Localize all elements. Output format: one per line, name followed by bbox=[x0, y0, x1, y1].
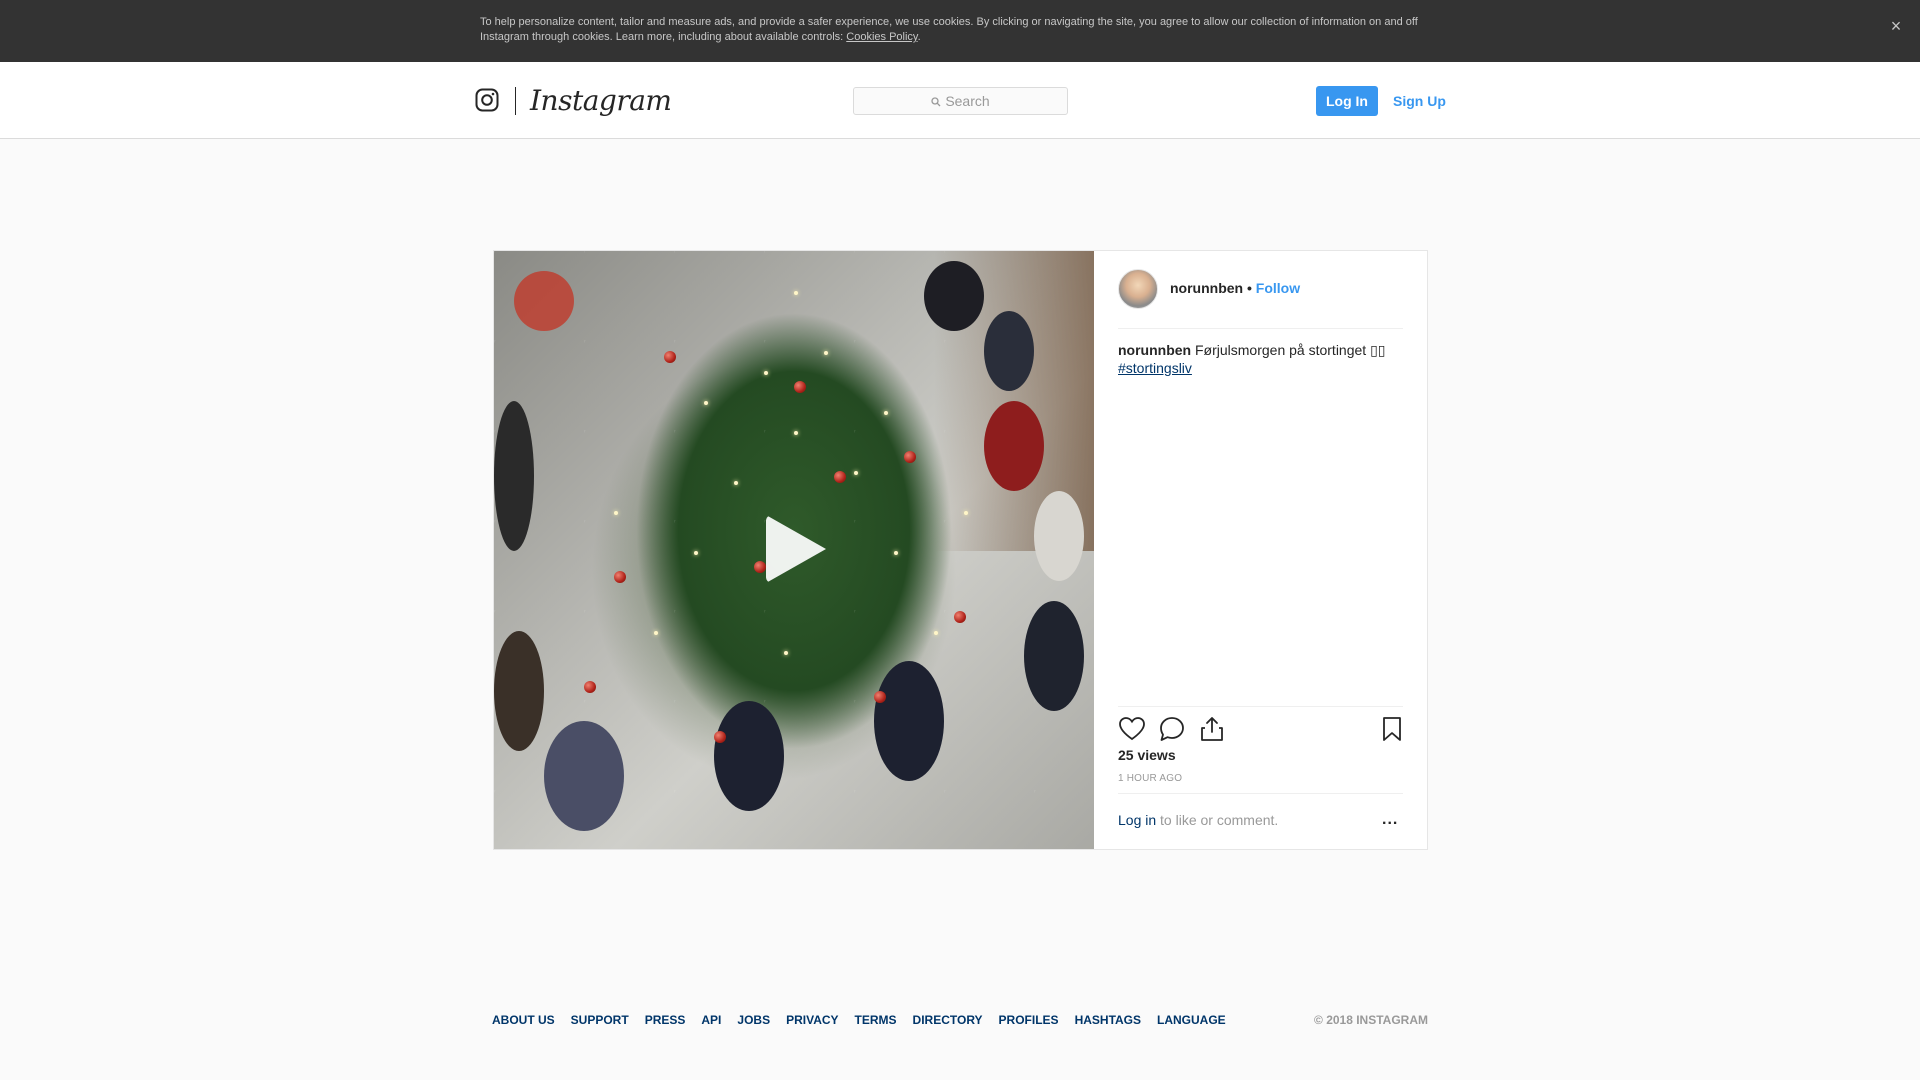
ornament bbox=[874, 691, 886, 703]
person-shape bbox=[494, 631, 544, 751]
light bbox=[884, 411, 888, 415]
light bbox=[614, 511, 618, 515]
post-header-user: norunnben • Follow bbox=[1170, 280, 1300, 296]
logo-divider bbox=[515, 87, 516, 115]
signup-button[interactable]: Sign Up bbox=[1393, 86, 1446, 116]
follow-button[interactable]: Follow bbox=[1256, 280, 1300, 296]
post-card: norunnben • Follow norunnben Førjulsmorg… bbox=[493, 250, 1428, 850]
person-shape bbox=[874, 661, 944, 781]
footer-link-profiles[interactable]: PROFILES bbox=[999, 1013, 1059, 1027]
cookie-message: To help personalize content, tailor and … bbox=[480, 16, 1418, 43]
comment-icon[interactable] bbox=[1158, 715, 1186, 743]
light bbox=[794, 291, 798, 295]
ornament bbox=[904, 451, 916, 463]
person-shape bbox=[514, 271, 574, 331]
search-input[interactable]: Search bbox=[853, 87, 1068, 115]
ornament bbox=[834, 471, 846, 483]
footer-link-jobs[interactable]: JOBS bbox=[737, 1013, 770, 1027]
footer-nav: ABOUT US SUPPORT PRESS API JOBS PRIVACY … bbox=[492, 1013, 1226, 1027]
instagram-logo[interactable]: Instagram bbox=[530, 84, 672, 117]
post-video[interactable] bbox=[494, 251, 1094, 849]
ornament bbox=[614, 571, 626, 583]
person-shape bbox=[1034, 491, 1084, 581]
post-actions bbox=[1118, 706, 1403, 746]
ornament bbox=[584, 681, 596, 693]
copyright: © 2018 INSTAGRAM bbox=[1314, 1013, 1428, 1027]
footer-link-api[interactable]: API bbox=[701, 1013, 721, 1027]
light bbox=[854, 471, 858, 475]
light bbox=[784, 651, 788, 655]
top-nav: Instagram Search Log In Sign Up bbox=[0, 62, 1920, 139]
separator-dot: • bbox=[1247, 280, 1252, 296]
light bbox=[764, 371, 768, 375]
search-icon bbox=[931, 97, 941, 107]
light bbox=[734, 481, 738, 485]
light bbox=[694, 551, 698, 555]
login-suffix: to like or comment. bbox=[1156, 812, 1279, 828]
post-sidebar: norunnben • Follow norunnben Førjulsmorg… bbox=[1094, 251, 1427, 849]
view-count: 25 views bbox=[1118, 747, 1176, 763]
comment-prompt: Log in to like or comment. ... bbox=[1118, 793, 1403, 849]
footer-link-directory[interactable]: DIRECTORY bbox=[913, 1013, 983, 1027]
login-prompt: Log in to like or comment. bbox=[1118, 812, 1278, 828]
light bbox=[964, 511, 968, 515]
username-link[interactable]: norunnben bbox=[1170, 280, 1243, 296]
footer: ABOUT US SUPPORT PRESS API JOBS PRIVACY … bbox=[492, 1013, 1428, 1033]
cookie-banner: To help personalize content, tailor and … bbox=[0, 0, 1920, 62]
footer-link-terms[interactable]: TERMS bbox=[855, 1013, 897, 1027]
more-icon[interactable]: ... bbox=[1382, 810, 1402, 830]
heart-icon[interactable] bbox=[1118, 715, 1146, 743]
caption-text: Førjulsmorgen på stortinget ▯▯ bbox=[1195, 342, 1386, 358]
person-shape bbox=[544, 721, 624, 831]
instagram-glyph-icon[interactable] bbox=[475, 88, 499, 112]
ornament bbox=[664, 351, 676, 363]
footer-link-support[interactable]: SUPPORT bbox=[571, 1013, 629, 1027]
avatar[interactable] bbox=[1118, 269, 1158, 309]
bookmark-icon[interactable] bbox=[1378, 715, 1406, 743]
login-link[interactable]: Log in bbox=[1118, 812, 1156, 828]
ornament bbox=[754, 561, 766, 573]
footer-link-language[interactable]: LANGUAGE bbox=[1157, 1013, 1226, 1027]
footer-link-hashtags[interactable]: HASHTAGS bbox=[1075, 1013, 1141, 1027]
ornament bbox=[714, 731, 726, 743]
footer-link-privacy[interactable]: PRIVACY bbox=[786, 1013, 838, 1027]
cookies-policy-link[interactable]: Cookies Policy bbox=[846, 31, 917, 43]
ornament bbox=[794, 381, 806, 393]
login-button[interactable]: Log In bbox=[1316, 86, 1378, 116]
close-icon[interactable]: × bbox=[1884, 14, 1908, 38]
person-shape bbox=[924, 261, 984, 331]
light bbox=[794, 431, 798, 435]
light bbox=[704, 401, 708, 405]
post-caption: norunnben Førjulsmorgen på stortinget ▯▯… bbox=[1118, 341, 1403, 377]
light bbox=[934, 631, 938, 635]
person-shape bbox=[714, 701, 784, 811]
ornament bbox=[954, 611, 966, 623]
light bbox=[654, 631, 658, 635]
play-icon[interactable] bbox=[766, 515, 826, 583]
cookie-period: . bbox=[917, 31, 921, 43]
post-header: norunnben • Follow bbox=[1118, 269, 1403, 329]
share-icon[interactable] bbox=[1198, 715, 1226, 743]
post-timestamp: 1 HOUR AGO bbox=[1118, 773, 1183, 784]
person-shape bbox=[984, 401, 1044, 491]
light bbox=[824, 351, 828, 355]
person-shape bbox=[1024, 601, 1084, 711]
caption-username[interactable]: norunnben bbox=[1118, 342, 1191, 358]
person-shape bbox=[494, 401, 534, 551]
footer-link-press[interactable]: PRESS bbox=[645, 1013, 686, 1027]
light bbox=[894, 551, 898, 555]
person-shape bbox=[984, 311, 1034, 391]
cookie-text: To help personalize content, tailor and … bbox=[480, 15, 1440, 45]
footer-link-about[interactable]: ABOUT US bbox=[492, 1013, 555, 1027]
hashtag-link[interactable]: #stortingsliv bbox=[1118, 359, 1403, 377]
search-placeholder: Search bbox=[945, 93, 990, 109]
